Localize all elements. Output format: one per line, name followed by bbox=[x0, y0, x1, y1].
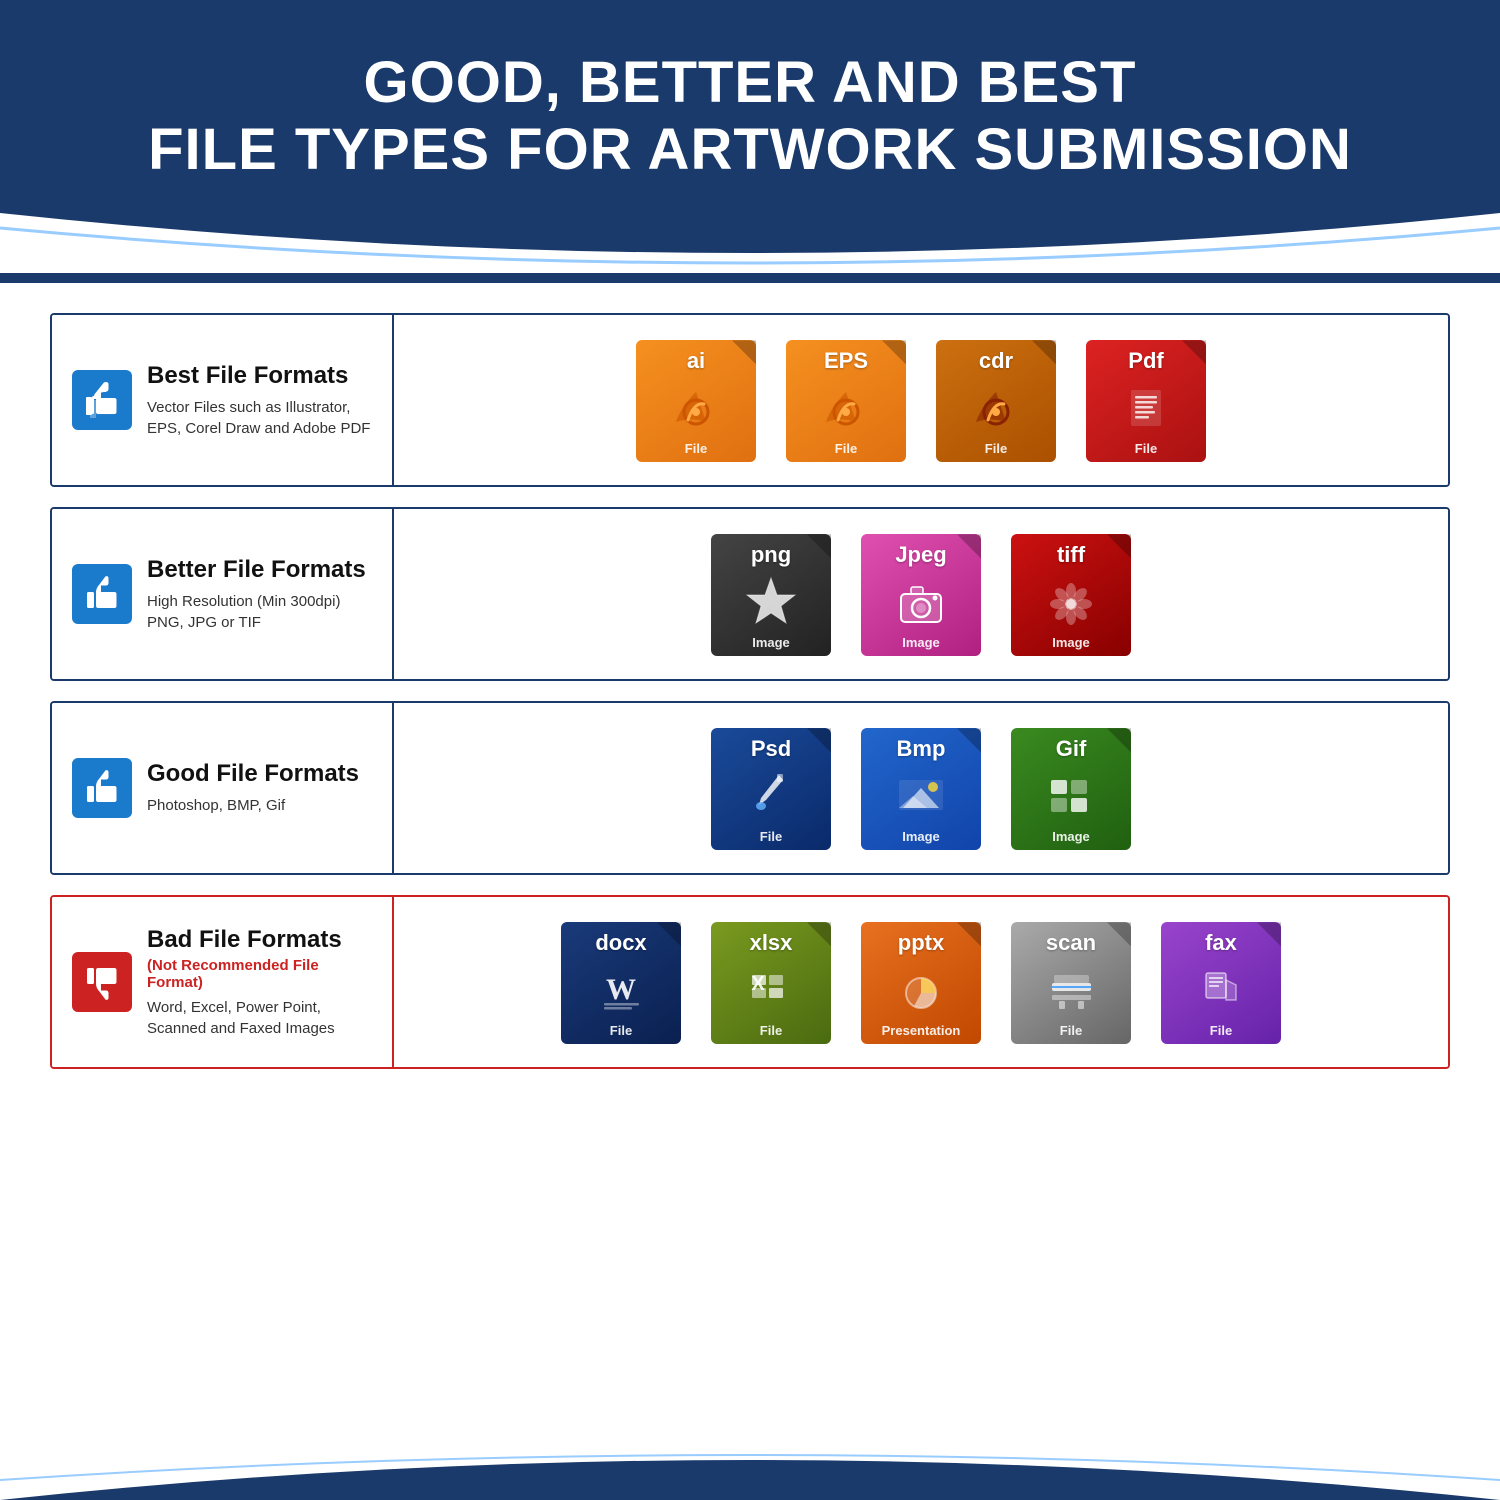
cdr-pen-icon bbox=[966, 382, 1026, 432]
docx-file-icon: docx W File bbox=[556, 912, 686, 1052]
better-label-section: Better File Formats High Resolution (Min… bbox=[52, 509, 392, 679]
gif-file-icon: Gif Image bbox=[1006, 718, 1136, 858]
good-label-text: Good File Formats Photoshop, BMP, Gif bbox=[147, 760, 372, 816]
bad-label-text: Bad File Formats (Not Recommended File F… bbox=[147, 926, 372, 1039]
pptx-file-icon: pptx Presentation bbox=[856, 912, 986, 1052]
thumbs-up-icon-3 bbox=[80, 766, 124, 810]
pdf-doc-icon bbox=[1116, 382, 1176, 432]
svg-text:X: X bbox=[751, 973, 765, 995]
ppt-icon bbox=[894, 965, 949, 1013]
good-desc: Photoshop, BMP, Gif bbox=[147, 795, 372, 816]
bmp-file-icon: Bmp Image bbox=[856, 718, 986, 858]
png-file-icon: png Image bbox=[706, 524, 836, 664]
pdf-file-icon: Pdf File bbox=[1081, 330, 1211, 470]
best-icons-section: ai File bbox=[392, 315, 1448, 485]
best-label-section: Best File Formats Vector Files such as I… bbox=[52, 315, 392, 485]
best-label-text: Best File Formats Vector Files such as I… bbox=[147, 362, 372, 439]
grid-icon bbox=[1041, 770, 1101, 820]
header-title: GOOD, BETTER AND BEST FILE TYPES FOR ART… bbox=[60, 50, 1440, 183]
good-icons-section: Psd File Bmp bbox=[392, 703, 1448, 873]
better-title: Better File Formats bbox=[147, 556, 372, 585]
eps-pen-icon bbox=[816, 382, 876, 432]
top-swoosh bbox=[0, 213, 1500, 273]
better-label-text: Better File Formats High Resolution (Min… bbox=[147, 556, 372, 633]
mountain-icon bbox=[891, 770, 951, 820]
best-row: Best File Formats Vector Files such as I… bbox=[50, 313, 1450, 487]
word-icon: W bbox=[594, 965, 649, 1013]
fax-file-icon: fax File bbox=[1156, 912, 1286, 1052]
content-area: Best File Formats Vector Files such as I… bbox=[0, 283, 1500, 1420]
thumbs-up-icon-overlay bbox=[80, 378, 124, 422]
paintbrush-icon bbox=[741, 770, 801, 820]
better-row: Better File Formats High Resolution (Min… bbox=[50, 507, 1450, 681]
bad-title: Bad File Formats bbox=[147, 926, 372, 955]
pen-tool-icon bbox=[666, 382, 726, 432]
header: GOOD, BETTER AND BEST FILE TYPES FOR ART… bbox=[0, 0, 1500, 213]
excel-icon: X bbox=[744, 965, 799, 1013]
main-container: GOOD, BETTER AND BEST FILE TYPES FOR ART… bbox=[0, 0, 1500, 1500]
jpeg-file-icon: Jpeg Image bbox=[856, 524, 986, 664]
scan-file-icon: scan File bbox=[1006, 912, 1136, 1052]
bad-icons-section: docx W File xlsx bbox=[392, 897, 1448, 1067]
fax-icon bbox=[1194, 965, 1249, 1013]
better-desc: High Resolution (Min 300dpi)PNG, JPG or … bbox=[147, 591, 372, 633]
eps-file-icon: EPS File bbox=[781, 330, 911, 470]
bad-subtitle: (Not Recommended File Format) bbox=[147, 957, 372, 991]
good-label-section: Good File Formats Photoshop, BMP, Gif bbox=[52, 703, 392, 873]
thumbs-up-icon-2 bbox=[80, 572, 124, 616]
swoosh-svg bbox=[0, 213, 1500, 273]
bottom-swoosh bbox=[0, 1420, 1500, 1500]
bad-thumb-icon bbox=[72, 952, 132, 1012]
xlsx-file-icon: xlsx X File bbox=[706, 912, 836, 1052]
png-star-icon bbox=[739, 573, 804, 628]
flower-icon bbox=[1041, 576, 1101, 626]
scanner-icon bbox=[1044, 965, 1099, 1013]
bottom-swoosh-svg bbox=[0, 1420, 1500, 1500]
tiff-file-icon: tiff bbox=[1006, 524, 1136, 664]
psd-file-icon: Psd File bbox=[706, 718, 836, 858]
good-row: Good File Formats Photoshop, BMP, Gif Ps… bbox=[50, 701, 1450, 875]
bad-desc: Word, Excel, Power Point,Scanned and Fax… bbox=[147, 997, 372, 1039]
svg-text:W: W bbox=[606, 973, 636, 1006]
best-title: Best File Formats bbox=[147, 362, 372, 391]
good-title: Good File Formats bbox=[147, 760, 372, 789]
better-icons-section: png Image Jpeg bbox=[392, 509, 1448, 679]
bad-label-section: Bad File Formats (Not Recommended File F… bbox=[52, 897, 392, 1067]
best-desc: Vector Files such as Illustrator,EPS, Co… bbox=[147, 397, 372, 439]
cdr-file-icon: cdr File bbox=[931, 330, 1061, 470]
ai-file-icon: ai File bbox=[631, 330, 761, 470]
bad-row: Bad File Formats (Not Recommended File F… bbox=[50, 895, 1450, 1069]
thumbs-down-icon bbox=[80, 960, 124, 1004]
better-thumb-icon bbox=[72, 564, 132, 624]
camera-icon bbox=[891, 576, 951, 626]
good-thumb-icon bbox=[72, 758, 132, 818]
best-thumb-icon bbox=[72, 370, 132, 430]
